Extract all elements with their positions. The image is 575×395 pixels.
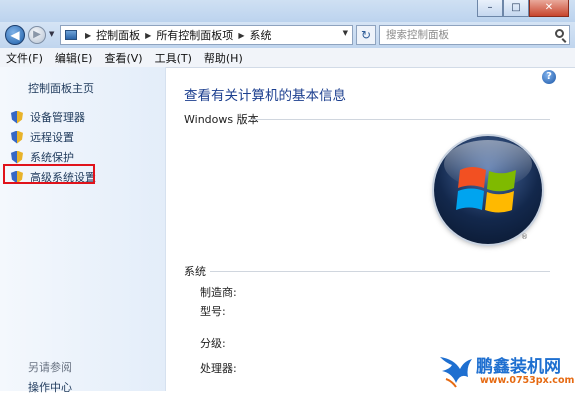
breadcrumb-separator-icon[interactable]: ▶ <box>238 31 244 40</box>
navigation-bar: ◀ ▶ ▼ ▶ 控制面板 ▶ 所有控制面板项 ▶ 系统 ▼ ↻ <box>0 22 575 48</box>
manufacturer-label: 制造商: <box>200 286 237 299</box>
trademark-symbol: ® <box>521 233 528 241</box>
search-box[interactable] <box>379 25 570 45</box>
sidebar-item-remote-settings[interactable]: 远程设置 <box>11 129 74 145</box>
menu-file[interactable]: 文件(F) <box>0 50 49 66</box>
sidebar-home-link[interactable]: 控制面板主页 <box>28 80 94 96</box>
section-divider <box>210 271 550 272</box>
breadcrumb-all-items[interactable]: 所有控制面板项 <box>156 27 233 43</box>
breadcrumb-control-panel[interactable]: 控制面板 <box>96 27 140 43</box>
recent-pages-dropdown[interactable]: ▼ <box>49 30 54 38</box>
sidebar-item-label: 系统保护 <box>30 151 74 164</box>
rating-label: 分级: <box>200 337 226 350</box>
watermark-url: www.0753px.com <box>480 375 575 386</box>
system-section-label: 系统 <box>184 265 206 278</box>
search-input[interactable] <box>386 28 544 42</box>
breadcrumb-separator-icon[interactable]: ▶ <box>145 31 151 40</box>
shield-icon <box>11 150 23 164</box>
title-bar: – □ ✕ <box>0 0 575 22</box>
menu-view[interactable]: 查看(V) <box>98 50 148 66</box>
windows-flag-icon <box>456 167 516 213</box>
menu-help[interactable]: 帮助(H) <box>198 50 249 66</box>
breadcrumb-system[interactable]: 系统 <box>249 27 271 43</box>
highlight-box <box>3 164 95 184</box>
search-icon[interactable] <box>555 29 564 38</box>
menu-edit[interactable]: 编辑(E) <box>49 50 99 66</box>
sidebar-item-label: 远程设置 <box>30 131 74 144</box>
windows-logo <box>434 136 542 244</box>
watermark-title: 鹏鑫装机网 <box>476 357 561 377</box>
sidebar-item-label: 设备管理器 <box>30 111 85 124</box>
back-button[interactable]: ◀ <box>5 25 25 45</box>
section-divider <box>250 119 550 120</box>
help-icon[interactable]: ? <box>542 70 556 84</box>
window-controls: – □ ✕ <box>477 0 569 17</box>
see-also-heading: 另请参阅 <box>28 361 72 374</box>
refresh-button[interactable]: ↻ <box>356 25 376 45</box>
control-panel-icon <box>65 30 77 40</box>
menu-tools[interactable]: 工具(T) <box>149 50 198 66</box>
site-watermark: 鹏鑫装机网 www.0753px.com <box>438 349 575 391</box>
sidebar: 控制面板主页 设备管理器 远程设置 系统保护 高级系统设置 另请参阅 操作中心 <box>0 67 166 394</box>
model-label: 型号: <box>200 305 226 318</box>
shield-icon <box>11 130 23 144</box>
sidebar-item-action-center[interactable]: 操作中心 <box>28 379 72 395</box>
breadcrumb-separator-icon[interactable]: ▶ <box>85 31 91 40</box>
maximize-button[interactable]: □ <box>503 0 529 17</box>
address-dropdown-icon[interactable]: ▼ <box>343 29 348 37</box>
shield-icon <box>11 110 23 124</box>
bird-logo-icon <box>440 357 472 388</box>
sidebar-item-device-manager[interactable]: 设备管理器 <box>11 109 85 125</box>
page-title: 查看有关计算机的基本信息 <box>184 88 346 104</box>
sidebar-item-system-protection[interactable]: 系统保护 <box>11 149 74 165</box>
address-bar[interactable]: ▶ 控制面板 ▶ 所有控制面板项 ▶ 系统 ▼ <box>60 25 353 45</box>
menu-bar: 文件(F) 编辑(E) 查看(V) 工具(T) 帮助(H) <box>0 48 575 68</box>
windows-edition-label: Windows 版本 <box>184 113 259 126</box>
forward-button[interactable]: ▶ <box>28 26 46 44</box>
processor-label: 处理器: <box>200 362 237 375</box>
minimize-button[interactable]: – <box>477 0 503 17</box>
close-button[interactable]: ✕ <box>529 0 569 17</box>
